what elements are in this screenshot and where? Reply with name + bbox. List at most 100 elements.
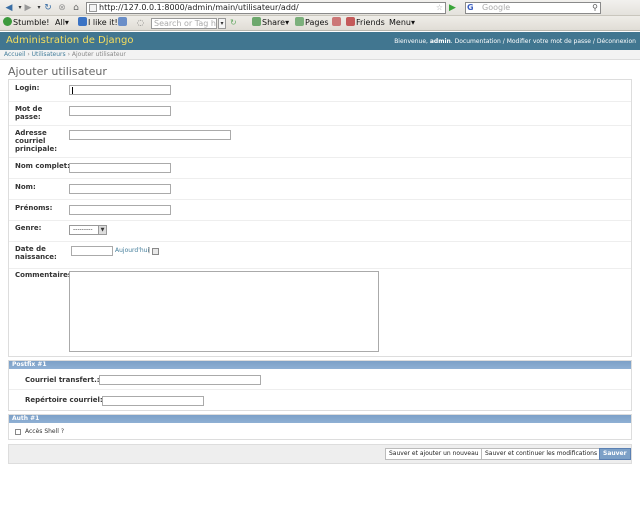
reload-icon[interactable]: ↻ (42, 2, 54, 14)
menu-button[interactable]: Menu▾ (389, 16, 415, 30)
pages-icon (295, 17, 304, 26)
save-button[interactable]: Sauver (599, 448, 631, 460)
gender-label: Genre: (15, 224, 42, 232)
login-label: Login: (15, 84, 40, 92)
breadcrumb-home-link[interactable]: Accueil (4, 51, 25, 58)
forward-email-input[interactable] (99, 375, 261, 385)
menu-label: Menu (389, 18, 411, 27)
friends-button[interactable]: Friends (346, 16, 385, 30)
comments-label: Commentaires: (15, 271, 75, 279)
form-row-firstname: Prénoms: (9, 200, 631, 221)
postfix-inline-title: Postfix #1 (9, 361, 631, 369)
form-row-fullname: Nom complet: (9, 158, 631, 179)
breadcrumb-current: Ajouter utilisateur (71, 51, 126, 58)
form-row-login: Login: (9, 80, 631, 102)
user-fieldset: Login: Mot de passe: Adresse courriel pr… (8, 79, 632, 357)
ilike-button[interactable]: I like it! (78, 16, 118, 30)
stumble-icon (3, 17, 12, 26)
url-bar[interactable]: http://127.0.0.1:8000/admin/main/utilisa… (86, 2, 446, 14)
shell-access-checkbox[interactable] (15, 429, 21, 435)
bookmark-star-icon[interactable]: ☆ (436, 3, 443, 13)
site-title: Administration de Django (6, 35, 134, 46)
username: admin (429, 38, 451, 45)
form-row-comments: Commentaires: (9, 269, 631, 358)
flag-icon[interactable] (332, 16, 342, 30)
share-icon (252, 17, 261, 26)
postfix-inline: Postfix #1 Courriel transfert.: Repértoi… (8, 360, 632, 411)
page-favicon-icon (89, 4, 97, 12)
email-label-line: Adresse (15, 129, 47, 137)
password-input[interactable] (69, 106, 171, 116)
search-icon[interactable]: ⚲ (592, 3, 598, 13)
pages-label: Pages (305, 18, 329, 27)
search-placeholder: Google (482, 3, 511, 12)
gender-selected-value: --------- (73, 226, 93, 233)
form-row-forward: Courriel transfert.: (9, 369, 631, 390)
form-row-lastname: Nom: (9, 179, 631, 200)
calendar-icon[interactable] (152, 248, 159, 255)
tag-search-input[interactable]: Search or Tag his (151, 18, 217, 29)
admin-header: Administration de Django Bienvenue, admi… (0, 32, 640, 50)
birthdate-label: Date de naissance: (15, 245, 57, 261)
firstname-label: Prénoms: (15, 204, 53, 212)
stop-icon[interactable]: ⊗ (56, 2, 68, 14)
email-label-line: principale: (15, 145, 58, 153)
email-input[interactable] (69, 130, 231, 140)
lastname-label: Nom: (15, 183, 36, 191)
user-tools: Bienvenue, admin. Documentation / Modifi… (394, 38, 636, 45)
mailbox-input[interactable] (102, 396, 204, 406)
submit-row: Sauver et ajouter un nouveau Sauver et c… (8, 444, 632, 464)
firstname-input[interactable] (69, 205, 171, 215)
user-links[interactable]: Documentation / Modifier votre mot de pa… (455, 38, 636, 45)
search-engine-icon[interactable]: G (467, 3, 474, 13)
password-label-line: Mot de (15, 105, 43, 113)
thumbs-down-icon[interactable] (118, 16, 128, 30)
stumble-button[interactable]: Stumble! (3, 16, 50, 30)
form-row-birthdate: Date de naissance: Aujourd'hui | (9, 242, 631, 269)
stumble-toolbar: Stumble! All▾ I like it! ◌ Search or Tag… (0, 16, 640, 31)
forward-label: Courriel transfert.: (25, 376, 100, 384)
password-label: Mot de passe: (15, 105, 42, 121)
birthdate-input[interactable] (71, 246, 113, 256)
home-icon[interactable]: ⌂ (70, 2, 82, 14)
email-label-line: courriel (15, 137, 46, 145)
friends-label: Friends (356, 18, 385, 27)
shell-access-label: Accès Shell ? (25, 428, 65, 435)
comments-textarea[interactable] (69, 271, 379, 352)
save-and-continue-button[interactable]: Sauver et continuer les modifications (481, 448, 602, 460)
mailbox-label: Repértoire courriel: (25, 396, 103, 404)
all-label: All (55, 18, 65, 27)
chevron-down-icon: ▼ (98, 226, 106, 234)
search-bar[interactable]: G Google ⚲ (465, 2, 601, 14)
form-row-password: Mot de passe: (9, 102, 631, 126)
lastname-input[interactable] (69, 184, 171, 194)
form-row-email: Adresse courriel principale: (9, 126, 631, 158)
auth-inline-title: Auth #1 (9, 415, 631, 423)
email-label: Adresse courriel principale: (15, 129, 57, 153)
save-and-add-another-button[interactable]: Sauver et ajouter un nouveau (385, 448, 483, 460)
thumbs-up-icon (78, 17, 87, 26)
ilike-label: I like it! (88, 18, 118, 27)
birthdate-label-line: Date de (15, 245, 46, 253)
welcome-text: Bienvenue, (394, 38, 428, 45)
stumble-label: Stumble! (13, 18, 50, 27)
fullname-label: Nom complet: (15, 162, 70, 170)
password-label-line: passe: (15, 113, 41, 121)
browser-navbar: ◀ ▾ ▶ ▾ ↻ ⊗ ⌂ http://127.0.0.1:8000/admi… (0, 0, 640, 16)
login-input[interactable] (69, 85, 171, 95)
tag-search-dropdown-icon[interactable]: ▾ (218, 18, 226, 29)
friends-icon (346, 17, 355, 26)
url-text: http://127.0.0.1:8000/admin/main/utilisa… (99, 3, 299, 12)
form-row-mailbox: Repértoire courriel: (9, 390, 631, 411)
go-arrow-icon[interactable]: ▶ (449, 2, 461, 14)
birthdate-label-line: naissance: (15, 253, 57, 261)
refresh-icon[interactable]: ↻ (230, 16, 237, 30)
comment-icon[interactable]: ◌ (137, 16, 144, 30)
fullname-input[interactable] (69, 163, 171, 173)
share-button[interactable]: Share▾ (252, 16, 289, 30)
all-dropdown[interactable]: All▾ (55, 16, 69, 30)
breadcrumb-section-link[interactable]: Utilisateurs (32, 51, 66, 58)
pages-button[interactable]: Pages (295, 16, 329, 30)
today-link[interactable]: Aujourd'hui (115, 247, 149, 254)
gender-select[interactable]: --------- ▼ (69, 225, 107, 235)
